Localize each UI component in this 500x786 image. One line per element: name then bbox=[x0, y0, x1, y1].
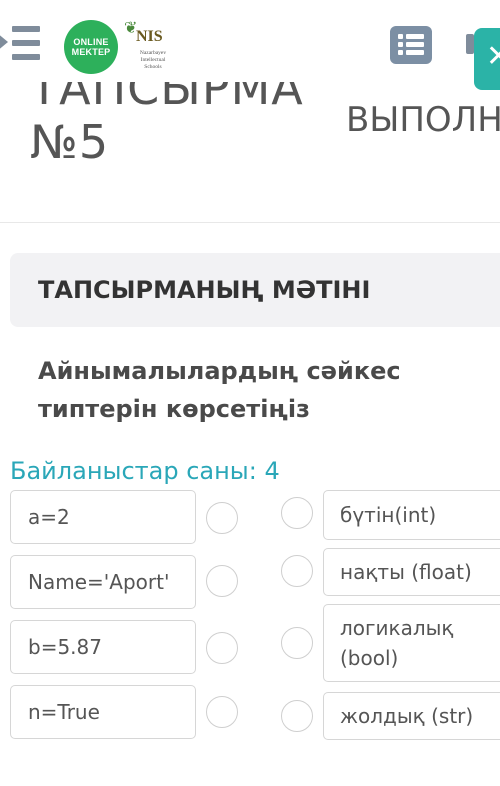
right-item-str[interactable]: жолдық (str) bbox=[323, 692, 500, 740]
connections-count: Байланыстар саны: 4 bbox=[10, 457, 280, 485]
right-connector-radio[interactable] bbox=[281, 700, 313, 732]
left-item-name[interactable]: Name='Aport' bbox=[10, 555, 196, 609]
left-connector-radio[interactable] bbox=[206, 565, 238, 597]
right-item-int[interactable]: бүтін(int) bbox=[323, 490, 500, 540]
right-connector-radio[interactable] bbox=[281, 627, 313, 659]
nis-logo: ❦ NIS Nazarbayev Intellectual Schools bbox=[124, 18, 167, 71]
close-button[interactable]: ✕ bbox=[474, 28, 500, 90]
left-connector-radio[interactable] bbox=[206, 696, 238, 728]
document-icon[interactable] bbox=[466, 34, 474, 54]
menu-icon[interactable] bbox=[0, 18, 44, 68]
divider bbox=[0, 222, 500, 223]
left-connector-radio[interactable] bbox=[206, 632, 238, 664]
right-item-float[interactable]: нақты (float) bbox=[323, 548, 500, 596]
status-label: ВЫПОЛН bbox=[346, 100, 500, 140]
right-connector-radio[interactable] bbox=[281, 497, 313, 529]
left-item-n[interactable]: n=True bbox=[10, 685, 196, 739]
left-connector-radio[interactable] bbox=[206, 502, 238, 534]
question-text: Айнымалылардың сәйкес типтерін көрсетіңі… bbox=[38, 357, 401, 423]
top-bar: ONLINE MEKTEP ❦ NIS Nazarbayev Intellect… bbox=[0, 0, 500, 90]
right-connector-radio[interactable] bbox=[281, 555, 313, 587]
close-icon: ✕ bbox=[486, 39, 500, 74]
task-section-title: ТАПСЫРМАНЫҢ МӘТІНІ bbox=[38, 276, 371, 304]
left-item-a[interactable]: a=2 bbox=[10, 490, 196, 544]
task-text-header: ТАПСЫРМАНЫҢ МӘТІНІ bbox=[10, 253, 500, 327]
right-item-bool[interactable]: логикалық (bool) bbox=[323, 604, 500, 682]
online-mektep-logo[interactable]: ONLINE MEKTEP bbox=[64, 20, 118, 74]
chevron-left-icon bbox=[0, 32, 8, 52]
left-item-b[interactable]: b=5.87 bbox=[10, 620, 196, 674]
task-list-button[interactable] bbox=[390, 26, 432, 64]
list-icon bbox=[398, 34, 424, 39]
